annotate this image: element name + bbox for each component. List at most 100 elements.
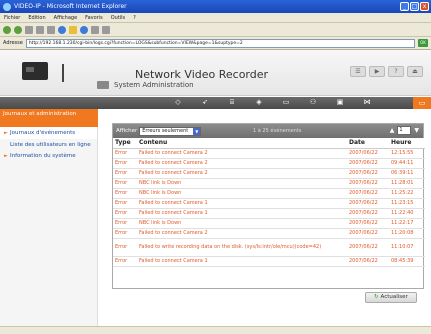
window-title: VIDEO-IP - Microsoft Internet Explorer: [14, 3, 127, 10]
nav-record-icon[interactable]: ⌸: [224, 98, 240, 107]
cell-time: 11:10:07: [389, 238, 425, 257]
antenna-icon: [62, 64, 72, 82]
event-log-table: Type Contenu Date Heure Error Failed to c…: [113, 138, 425, 267]
cell-type: Error: [113, 168, 137, 179]
nav-logs-icon[interactable]: ▭: [413, 97, 431, 109]
table-body: Error Failed to connect Camera 2 2007/06/2…: [113, 148, 425, 267]
search-icon[interactable]: [58, 25, 66, 34]
table-row: Error Failed to connect Camera 2 2007/06/2…: [113, 228, 425, 239]
nav-users-icon[interactable]: ⚇: [305, 98, 321, 107]
back-icon[interactable]: [3, 25, 11, 34]
menu-tools[interactable]: Outils: [111, 13, 125, 22]
nav-camera-icon[interactable]: ➶: [197, 98, 213, 107]
nav-event-icon[interactable]: ◈: [251, 98, 267, 107]
close-button[interactable]: x: [420, 2, 429, 11]
cell-date: 2007/06/22: [347, 256, 389, 267]
sidebar-item-event-logs[interactable]: ► Journaux d'événements: [0, 127, 97, 139]
table-row: Error NBC link is Down 2007/06/22 11:28:01: [113, 178, 425, 189]
forward-icon[interactable]: [14, 25, 22, 34]
mail-icon[interactable]: [91, 25, 99, 34]
page-select[interactable]: 1: [397, 126, 412, 135]
exit-button[interactable]: ⏏: [407, 66, 423, 77]
table-row: Error NBC link is Down 2007/06/22 11:22:17: [113, 218, 425, 229]
address-input[interactable]: http://192.168.1.230/cgi-bin/logs.cgi?fu…: [25, 38, 415, 48]
cell-time: 06:39:11: [389, 168, 425, 179]
print-icon[interactable]: [102, 25, 110, 34]
list-button[interactable]: ☰: [350, 66, 366, 77]
window-controls: _ □ x: [400, 2, 429, 11]
prev-page-icon[interactable]: ▲: [390, 127, 395, 134]
next-page-icon[interactable]: ▼: [414, 127, 419, 134]
refresh-icon[interactable]: [36, 25, 44, 34]
chevron-down-icon: ▼: [193, 127, 201, 135]
event-log-panel: Afficher Erreurs seulement ▼ 1 à 25 évén…: [112, 123, 425, 289]
menu-bar: Fichier Edition Affichage Favoris Outils…: [0, 13, 431, 23]
nav-strip: ◇ ➶ ⌸ ◈ ▭ ⚇ ▣ ⋈ ▭: [0, 97, 431, 109]
pager: ▲ 1 ▼: [390, 126, 419, 135]
cell-date: 2007/06/22: [347, 158, 389, 169]
arrow-right-icon: ►: [4, 153, 8, 159]
go-button[interactable]: OK: [418, 39, 428, 47]
maximize-button[interactable]: □: [410, 2, 419, 11]
nav-network-icon[interactable]: ◇: [170, 98, 186, 107]
menu-edit[interactable]: Edition: [28, 13, 45, 22]
address-bar: Adresse http://192.168.1.230/cgi-bin/log…: [0, 37, 431, 50]
cell-time: 12:15:55: [389, 148, 425, 159]
filter-select[interactable]: Erreurs seulement ▼: [139, 126, 202, 136]
panel-header: Afficher Erreurs seulement ▼ 1 à 25 évén…: [113, 124, 423, 138]
cell-type: Error: [113, 208, 137, 219]
play-button[interactable]: ▶: [369, 66, 385, 77]
menu-favorites[interactable]: Favoris: [85, 13, 103, 22]
refresh-button[interactable]: ↻ Actualiser: [365, 292, 417, 303]
stop-icon[interactable]: [25, 25, 33, 34]
cell-content: Failed to connect Camera 1: [137, 198, 347, 209]
table-row: Error Failed to write recording data on t…: [113, 238, 425, 257]
home-icon[interactable]: [47, 25, 55, 34]
cell-type: Error: [113, 148, 137, 159]
cell-content: NBC link is Down: [137, 178, 347, 189]
menu-view[interactable]: Affichage: [54, 13, 78, 22]
favorites-icon[interactable]: [69, 25, 77, 34]
cell-time: 11:23:15: [389, 198, 425, 209]
sidebar: Journaux et administration ► Journaux d'…: [0, 109, 98, 334]
table-row: Error Failed to connect Camera 1 2007/06/2…: [113, 208, 425, 219]
cell-type: Error: [113, 158, 137, 169]
cell-content: Failed to connect Camera 1: [137, 208, 347, 219]
cell-content: NBC link is Down: [137, 218, 347, 229]
menu-help[interactable]: ?: [133, 13, 136, 22]
minimize-button[interactable]: _: [400, 2, 409, 11]
cell-type: Error: [113, 238, 137, 257]
status-bar: [0, 326, 431, 334]
sidebar-heading: Journaux et administration: [0, 109, 98, 127]
sidebar-item-label: Liste des utilisateurs en ligne: [10, 141, 91, 148]
page-subtitle: System Administration: [114, 81, 194, 89]
cell-content: Failed to connect Camera 2: [137, 228, 347, 239]
menu-file[interactable]: Fichier: [4, 13, 20, 22]
filter-value: Erreurs seulement: [142, 127, 189, 134]
sidebar-item-system-info[interactable]: ► Information du système: [0, 150, 97, 162]
filter-label: Afficher: [116, 128, 138, 134]
header-buttons: ☰ ▶ ? ⏏: [350, 66, 423, 77]
nav-system-icon[interactable]: ▣: [332, 98, 348, 107]
cell-content: Failed to connect Camera 2: [137, 158, 347, 169]
cell-type: Error: [113, 228, 137, 239]
column-header-date: Date: [347, 138, 389, 149]
cell-date: 2007/06/22: [347, 198, 389, 209]
sidebar-item-label: Information du système: [10, 153, 76, 159]
cell-type: Error: [113, 198, 137, 209]
cell-time: 11:25:22: [389, 188, 425, 199]
cell-date: 2007/06/22: [347, 238, 389, 257]
table-row: Error Failed to connect Camera 1 2007/06/2…: [113, 198, 425, 209]
nav-disk-icon[interactable]: ▭: [278, 98, 294, 107]
cell-time: 08:45:39: [389, 256, 425, 267]
cell-date: 2007/06/22: [347, 208, 389, 219]
column-header-type: Type: [113, 138, 137, 149]
cell-date: 2007/06/22: [347, 178, 389, 189]
sidebar-item-online-users[interactable]: Liste des utilisateurs en ligne: [0, 139, 97, 151]
history-icon[interactable]: [80, 25, 88, 34]
window-titlebar: VIDEO-IP - Microsoft Internet Explorer _…: [0, 0, 431, 13]
table-row: Error Failed to connect Camera 2 2007/06/2…: [113, 168, 425, 179]
cell-content: Failed to connect Camera 2: [137, 148, 347, 159]
help-button[interactable]: ?: [388, 66, 404, 77]
nav-tools-icon[interactable]: ⋈: [359, 98, 375, 107]
